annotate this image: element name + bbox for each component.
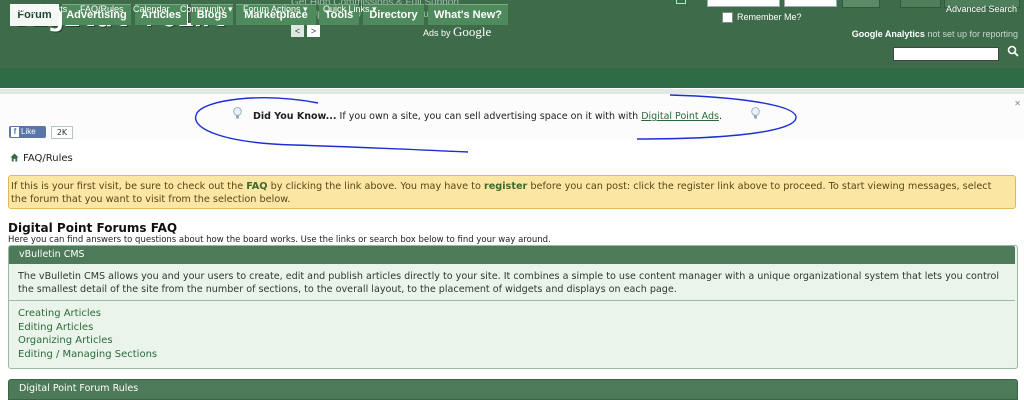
analytics-note: not set up for reporting bbox=[924, 29, 1018, 39]
panel-divider bbox=[9, 300, 1015, 301]
tab-whats-new[interactable]: What's New? bbox=[428, 4, 508, 25]
analytics-status: Google Analytics not set up for reportin… bbox=[852, 29, 1018, 39]
panel-header bbox=[9, 246, 1015, 264]
faq-link[interactable]: FAQ bbox=[246, 181, 267, 192]
notice-text: If this is your first visit, be sure to … bbox=[11, 181, 1006, 206]
ad-next-button[interactable]: > bbox=[307, 25, 320, 37]
subnav-community[interactable]: Community ▾ bbox=[180, 4, 233, 15]
header-divider bbox=[676, 0, 686, 4]
register-link[interactable]: register bbox=[484, 181, 527, 192]
link-editing-managing-sections[interactable]: Editing / Managing Sections bbox=[18, 349, 157, 360]
facebook-like-button[interactable]: f Like bbox=[9, 126, 46, 138]
link-organizing-articles[interactable]: Organizing Articles bbox=[18, 335, 113, 346]
sub-navbar bbox=[0, 68, 1024, 88]
remember-me[interactable]: Remember Me? bbox=[722, 12, 802, 24]
did-you-know-heading: Did You Know... bbox=[253, 111, 337, 122]
page-title: Digital Point Forums FAQ bbox=[8, 221, 178, 235]
link-editing-articles[interactable]: Editing Articles bbox=[18, 322, 93, 333]
ad-prev-button[interactable]: < bbox=[291, 25, 304, 37]
forum-rules-panel-header bbox=[8, 379, 1018, 400]
facebook-like-count: 2K bbox=[51, 126, 73, 139]
subnav-faq-rules[interactable]: FAQ/Rules bbox=[80, 4, 124, 14]
search-icon[interactable] bbox=[1007, 45, 1024, 61]
ads-by-label: Ads by bbox=[423, 28, 454, 38]
notice-part2: by clicking the link above. You may have… bbox=[267, 181, 484, 192]
panel-heading-forum-rules[interactable]: Digital Point Forum Rules bbox=[19, 383, 138, 394]
breadcrumb: FAQ/Rules bbox=[10, 153, 73, 164]
digital-point-ads-link[interactable]: Digital Point Ads bbox=[641, 111, 719, 122]
lightbulb-icon bbox=[233, 107, 242, 119]
page-subtitle: Here you can find answers to questions a… bbox=[8, 235, 551, 245]
panel-description: The vBulletin CMS allows you and your us… bbox=[18, 271, 1000, 295]
did-you-know-body: If you own a site, you can sell advertis… bbox=[336, 111, 642, 122]
subnav-quick-links[interactable]: Quick Links ▾ bbox=[323, 4, 377, 15]
ads-by-google[interactable]: Ads by Google bbox=[423, 24, 491, 40]
lightbulb-icon-right bbox=[751, 107, 760, 119]
search-input[interactable] bbox=[893, 47, 999, 61]
did-you-know-end: . bbox=[718, 111, 722, 122]
subnav-forum-actions[interactable]: Forum Actions ▾ bbox=[243, 4, 308, 15]
did-you-know-text: Did You Know... If you own a site, you c… bbox=[253, 111, 722, 122]
login-button[interactable] bbox=[842, 0, 880, 8]
advanced-search-link[interactable]: Advanced Search bbox=[946, 4, 1017, 14]
facebook-like-label: Like bbox=[21, 127, 36, 136]
analytics-label: Google Analytics bbox=[851, 29, 925, 39]
google-label: Google bbox=[453, 24, 492, 39]
breadcrumb-faq-rules[interactable]: FAQ/Rules bbox=[23, 153, 73, 164]
close-icon[interactable]: ✕ bbox=[1014, 99, 1021, 108]
home-icon[interactable] bbox=[10, 153, 19, 162]
password-input[interactable] bbox=[784, 0, 837, 7]
notice-part1: If this is your first visit, be sure to … bbox=[11, 181, 247, 192]
panel-heading-vbulletin-cms[interactable]: vBulletin CMS bbox=[19, 249, 85, 260]
help-button[interactable] bbox=[900, 0, 941, 8]
subnav-calendar[interactable]: Calendar bbox=[133, 4, 170, 14]
subnav-todays-posts[interactable]: Today's Posts bbox=[12, 4, 67, 14]
username-input[interactable] bbox=[707, 0, 780, 7]
main-navbar bbox=[0, 43, 1024, 68]
facebook-icon: f bbox=[11, 127, 19, 137]
link-creating-articles[interactable]: Creating Articles bbox=[18, 308, 101, 319]
remember-me-label: Remember Me? bbox=[737, 12, 802, 22]
remember-me-checkbox[interactable] bbox=[722, 12, 733, 24]
